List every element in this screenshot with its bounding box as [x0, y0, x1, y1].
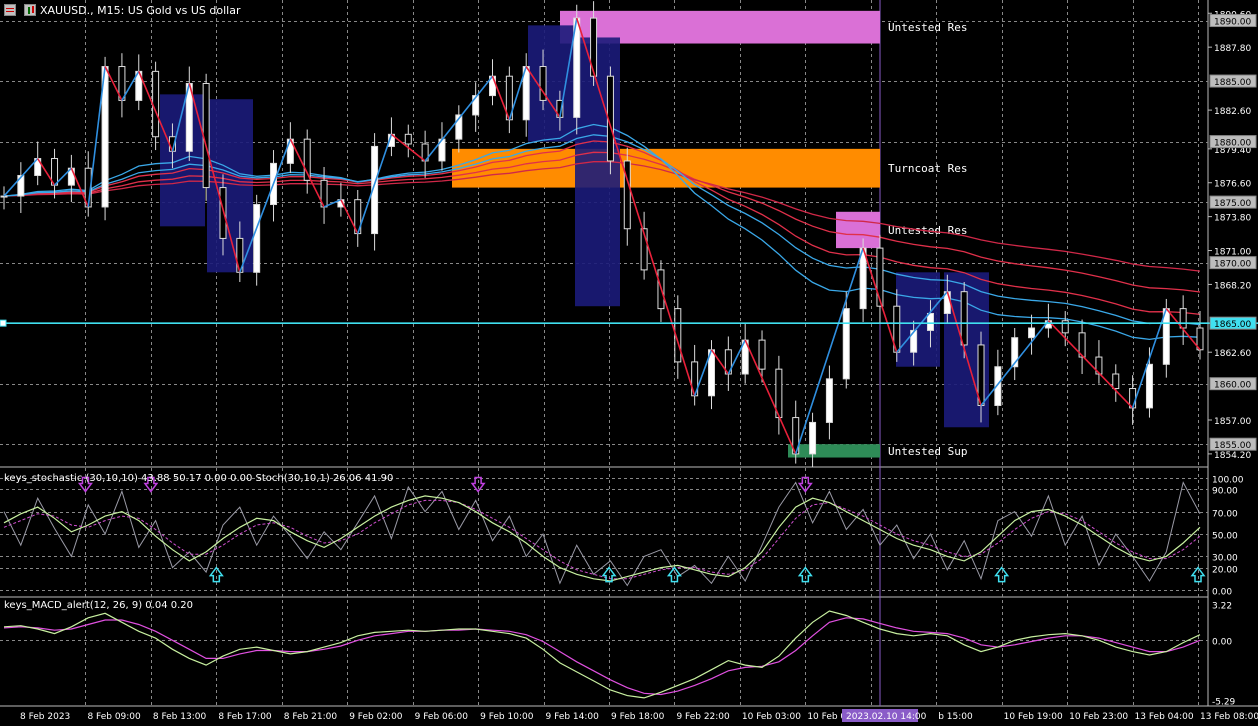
time-tick-label: 9 Feb 14:00: [546, 712, 600, 722]
candle-body: [876, 247, 884, 307]
macd-label: keys_MACD_alert(12, 26, 9) 0.04 0.20: [4, 600, 193, 611]
time-tick-label: 13 Feb 08:00: [1200, 712, 1258, 722]
trading-chart[interactable]: Untested ResTurncoat ResUntested ResUnte…: [0, 0, 1258, 726]
time-tick-label: 9 Feb 22:00: [676, 712, 730, 722]
price-level-label: 1885.00: [1214, 78, 1251, 88]
candle-body: [219, 187, 227, 239]
time-tick-label: b 15:00: [938, 712, 973, 722]
price-level-label: 1865.00: [1214, 320, 1251, 330]
price-tick-label: 1876.60: [1214, 180, 1251, 190]
line-handle: [0, 319, 7, 327]
turncoat-res-label: Turncoat Res: [888, 162, 967, 175]
stoch-tick-label: 50.00: [1212, 532, 1238, 542]
candle-body: [926, 312, 934, 331]
macd-tick-label: 0.00: [1212, 638, 1232, 648]
stoch-tick-label: 20.00: [1212, 566, 1238, 576]
untested-sup-label: Untested Sup: [888, 445, 967, 458]
price-level-label: 1870.00: [1214, 260, 1251, 270]
price-tick-label: 1873.80: [1214, 214, 1251, 224]
time-tick-label: 10 Feb 03:00: [742, 712, 801, 722]
time-tick-label: 9 Feb 06:00: [415, 712, 469, 722]
price-level-label: 1890.00: [1214, 18, 1251, 28]
price-level-label: 1875.00: [1214, 199, 1251, 209]
candle-body: [809, 421, 817, 455]
untested-res-top-label: Untested Res: [888, 21, 967, 34]
time-tick-label: 8 Feb 09:00: [87, 712, 141, 722]
stochastic-label: keys_stochastic (30,10,10) 43.88 50.17 0…: [4, 473, 394, 484]
stoch-tick-label: 70.00: [1212, 510, 1238, 520]
candle-body: [1145, 363, 1153, 409]
time-tick-label: 13 Feb 04:00: [1135, 712, 1194, 722]
price-tick-label: 1862.60: [1214, 349, 1251, 359]
candle-body: [404, 133, 412, 145]
candle-body: [1028, 327, 1036, 339]
price-tick-label: 1887.80: [1214, 44, 1251, 54]
time-tick-label: 10 Feb 19:00: [1004, 712, 1063, 722]
macd-tick-label: -5.29: [1212, 698, 1236, 708]
time-tick-label: 10 Feb 23:00: [1069, 712, 1128, 722]
time-tick-label: 9 Feb 02:00: [349, 712, 403, 722]
stoch-tick-label: 100.00: [1212, 476, 1244, 486]
time-tick-label: 8 Feb 2023: [20, 712, 70, 722]
price-level-label: 1880.00: [1214, 139, 1251, 149]
candle-body: [0, 195, 8, 198]
chart-title: XAUUSD., M15: US Gold vs US dollar: [40, 3, 241, 17]
candle-body: [1179, 308, 1187, 329]
chart-menu-icon[interactable]: [4, 4, 16, 16]
stoch-tick-label: 90.00: [1212, 487, 1238, 497]
time-tick-label: 8 Feb 17:00: [218, 712, 272, 722]
chart-type-icon[interactable]: [24, 4, 36, 16]
crosshair-time-label: 2023.02.10 14:00: [846, 712, 927, 722]
price-tick-label: 1857.00: [1214, 417, 1251, 427]
time-tick-label: 8 Feb 13:00: [153, 712, 207, 722]
candle-body: [960, 291, 968, 346]
candle-body: [152, 70, 160, 138]
stoch-tick-label: 0.00: [1212, 588, 1232, 598]
candle-body: [842, 308, 850, 380]
time-tick-label: 9 Feb 18:00: [611, 712, 665, 722]
untested-sup-zone: [788, 444, 880, 458]
price-tick-label: 1882.60: [1214, 107, 1251, 117]
macd-tick-label: 3.22: [1212, 602, 1232, 612]
chart-title-bar: XAUUSD., M15: US Gold vs US dollar: [0, 2, 240, 18]
stoch-tick-label: 30.00: [1212, 554, 1238, 564]
price-level-label: 1855.00: [1214, 441, 1251, 451]
price-level-label: 1860.00: [1214, 381, 1251, 391]
session-box: [528, 25, 575, 142]
time-tick-label: 9 Feb 10:00: [480, 712, 534, 722]
session-box: [207, 99, 253, 273]
candle-body: [825, 378, 833, 423]
price-tick-label: 1854.20: [1214, 451, 1251, 461]
price-tick-label: 1868.20: [1214, 281, 1251, 291]
candle-body: [758, 339, 766, 370]
untested-res-mid-zone: [836, 211, 880, 249]
candle-body: [1112, 373, 1120, 390]
candle-body: [253, 204, 261, 273]
price-tick-label: 1871.00: [1214, 248, 1251, 258]
time-tick-label: 8 Feb 21:00: [284, 712, 338, 722]
